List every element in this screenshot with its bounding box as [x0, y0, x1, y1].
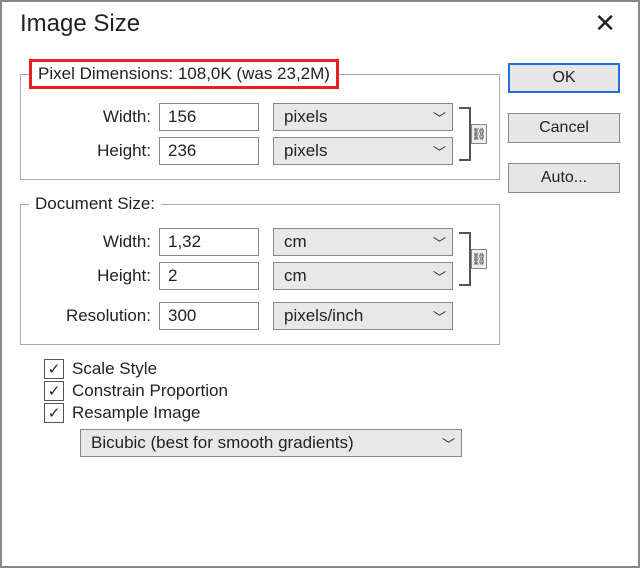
ok-button[interactable]: OK — [508, 63, 620, 93]
chevron-down-icon: ﹀ — [433, 267, 446, 286]
doc-width-unit-select[interactable]: cm ﹀ — [273, 228, 453, 256]
titlebar: Image Size ✕ — [2, 2, 638, 39]
pixel-width-unit-select[interactable]: pixels ﹀ — [273, 103, 453, 131]
document-size-legend: Document Size: — [29, 194, 161, 214]
pixel-height-unit-value: pixels — [284, 141, 327, 161]
doc-height-input[interactable]: 2 — [159, 262, 259, 290]
resolution-label: Resolution: — [29, 306, 159, 326]
pixel-height-input[interactable]: 236 — [159, 137, 259, 165]
pixel-width-unit-value: pixels — [284, 107, 327, 127]
close-icon[interactable]: ✕ — [584, 8, 626, 39]
scale-style-checkbox[interactable]: ✓ — [44, 359, 64, 379]
dialog-title: Image Size — [20, 10, 140, 38]
constrain-proportion-label: Constrain Proportion — [72, 381, 228, 401]
doc-height-unit-value: cm — [284, 266, 307, 286]
dialog-content: Pixel Dimensions: 108,0K (was 23,2M) Wid… — [2, 39, 638, 469]
pixel-constrain-link[interactable]: ⛓ — [457, 97, 491, 171]
pixel-dimensions-group: Pixel Dimensions: 108,0K (was 23,2M) Wid… — [20, 59, 500, 180]
chevron-down-icon: ﹀ — [433, 108, 446, 127]
pixel-height-label: Height: — [29, 141, 159, 161]
auto-button[interactable]: Auto... — [508, 163, 620, 193]
doc-height-unit-select[interactable]: cm ﹀ — [273, 262, 453, 290]
chain-icon: ⛓ — [471, 249, 487, 269]
chain-icon: ⛓ — [471, 124, 487, 144]
resolution-input[interactable]: 300 — [159, 302, 259, 330]
resample-method-value: Bicubic (best for smooth gradients) — [91, 433, 354, 453]
resolution-unit-value: pixels/inch — [284, 306, 363, 326]
pixel-width-input[interactable]: 156 — [159, 103, 259, 131]
doc-width-label: Width: — [29, 232, 159, 252]
chevron-down-icon: ﹀ — [442, 434, 455, 453]
scale-style-label: Scale Style — [72, 359, 157, 379]
resolution-unit-select[interactable]: pixels/inch ﹀ — [273, 302, 453, 330]
constrain-proportion-checkbox[interactable]: ✓ — [44, 381, 64, 401]
document-size-group: Document Size: Width: 1,32 cm ﹀ Height: … — [20, 194, 500, 345]
doc-width-unit-value: cm — [284, 232, 307, 252]
chevron-down-icon: ﹀ — [433, 307, 446, 326]
pixel-height-unit-select[interactable]: pixels ﹀ — [273, 137, 453, 165]
doc-width-input[interactable]: 1,32 — [159, 228, 259, 256]
doc-constrain-link[interactable]: ⛓ — [457, 222, 491, 296]
resample-image-checkbox[interactable]: ✓ — [44, 403, 64, 423]
pixel-dimensions-legend: Pixel Dimensions: 108,0K (was 23,2M) — [29, 59, 339, 89]
resample-method-select[interactable]: Bicubic (best for smooth gradients) ﹀ — [80, 429, 462, 457]
right-column: OK Cancel Auto... — [500, 49, 620, 463]
chevron-down-icon: ﹀ — [433, 233, 446, 252]
pixel-width-label: Width: — [29, 107, 159, 127]
left-column: Pixel Dimensions: 108,0K (was 23,2M) Wid… — [20, 49, 500, 463]
resample-image-label: Resample Image — [72, 403, 201, 423]
chevron-down-icon: ﹀ — [433, 142, 446, 161]
doc-height-label: Height: — [29, 266, 159, 286]
cancel-button[interactable]: Cancel — [508, 113, 620, 143]
